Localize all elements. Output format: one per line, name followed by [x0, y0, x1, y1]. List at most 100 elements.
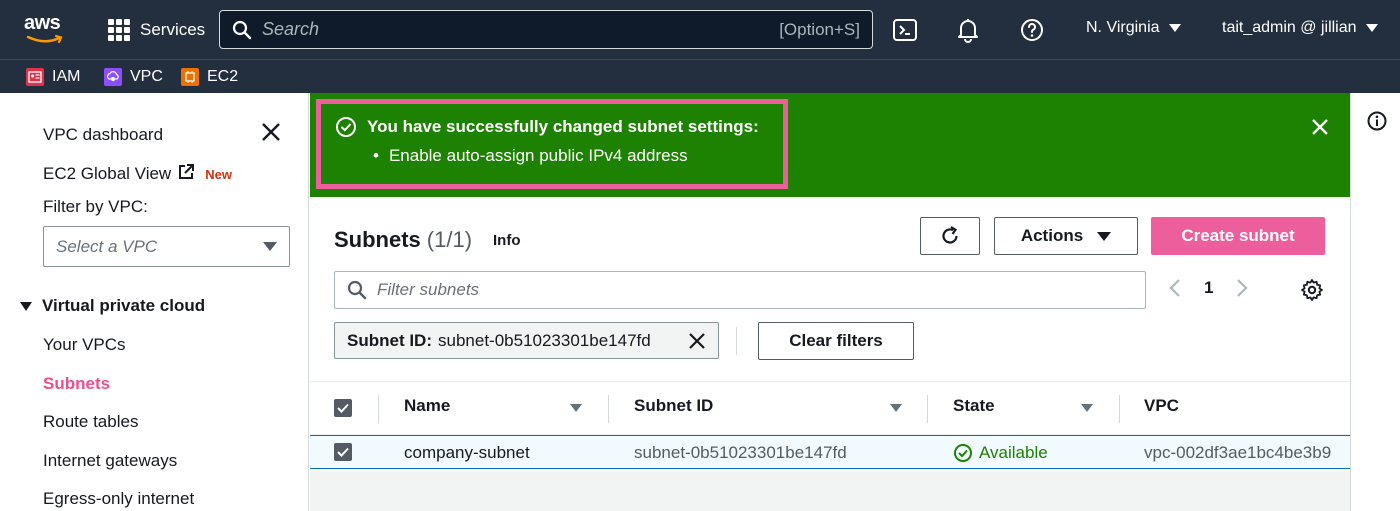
chevron-right-icon[interactable] [1235, 277, 1249, 299]
vpc-filter-select[interactable]: Select a VPC [43, 226, 290, 267]
column-divider [608, 395, 609, 423]
main-content: Subnets(1/1) Info Actions Create subnet [310, 197, 1350, 511]
favorite-label: IAM [52, 68, 81, 85]
help-button[interactable] [1018, 16, 1046, 44]
info-icon[interactable] [1367, 111, 1387, 131]
filter-by-vpc-label: Filter by VPC: [43, 197, 148, 216]
subnets-table-container: Subnets(1/1) Info Actions Create subnet [310, 197, 1350, 511]
favorites-bar: IAM VPC EC2 [0, 59, 1400, 93]
refresh-button[interactable] [920, 217, 980, 255]
sidebar-item-your-vpcs[interactable]: Your VPCs [43, 335, 126, 355]
title-text: Subnets [334, 227, 421, 252]
row-checkbox[interactable] [334, 443, 352, 461]
region-label: N. Virginia [1086, 19, 1160, 36]
table-header: Name Subnet ID State VPC [310, 381, 1350, 435]
check-icon [337, 447, 349, 457]
sort-icon[interactable] [570, 404, 582, 412]
sidebar-item-egress-only-internet[interactable]: Egress-only internet [43, 489, 194, 509]
filter-subnets-input[interactable] [377, 280, 1133, 300]
search-icon [232, 20, 252, 39]
search-input[interactable] [262, 19, 780, 40]
table-row[interactable]: company-subnet subnet-0b51023301be147fd … [310, 435, 1350, 469]
sidebar-item-internet-gateways[interactable]: Internet gateways [43, 451, 177, 471]
close-sidebar-icon[interactable] [260, 121, 282, 143]
favorite-vpc[interactable]: VPC [104, 66, 163, 88]
actions-dropdown-button[interactable]: Actions [994, 217, 1138, 255]
sidebar-item-ec2-global-view[interactable]: EC2 Global View New [43, 163, 232, 184]
search-icon [347, 280, 367, 300]
account-menu[interactable]: tait_admin @ jillian [1222, 19, 1378, 37]
cell-name: company-subnet [404, 443, 530, 462]
right-tools-rail [1350, 93, 1400, 511]
vpc-select-placeholder: Select a VPC [56, 236, 158, 256]
caret-down-icon [263, 242, 277, 251]
gear-icon[interactable] [1300, 278, 1324, 302]
cell-state: Available [953, 443, 1048, 463]
services-menu-button[interactable]: Services [108, 17, 205, 43]
success-check-icon [336, 117, 356, 137]
status-available-icon [954, 444, 972, 462]
current-page[interactable]: 1 [1204, 278, 1213, 298]
search-shortcut-hint: [Option+S] [779, 19, 860, 39]
create-subnet-button[interactable]: Create subnet [1151, 217, 1325, 255]
notifications-button[interactable] [954, 16, 982, 44]
column-header-state[interactable]: State [953, 396, 995, 416]
region-selector[interactable]: N. Virginia [1086, 19, 1181, 37]
pagination: 1 [1168, 277, 1249, 299]
favorite-iam[interactable]: IAM [26, 66, 80, 88]
iam-service-icon [26, 68, 44, 86]
info-link[interactable]: Info [493, 232, 521, 249]
refresh-icon [942, 226, 958, 244]
column-divider [927, 395, 928, 423]
filter-subnets-box[interactable] [334, 271, 1146, 309]
terminal-icon [893, 19, 917, 41]
sidebar-item-vpc-dashboard[interactable]: VPC dashboard [43, 125, 163, 145]
sidebar-item-subnets[interactable]: Subnets [43, 374, 110, 394]
selection-count: (1/1) [426, 227, 473, 252]
sidebar: VPC dashboard EC2 Global View New Filter … [0, 93, 309, 511]
filter-token-value: subnet-0b51023301be147fd [438, 330, 651, 350]
favorite-ec2[interactable]: EC2 [181, 66, 238, 88]
table-empty-area [310, 471, 1350, 511]
column-divider [1119, 395, 1120, 423]
filter-token-key: Subnet ID: [347, 330, 432, 350]
flash-detail-item: Enable auto-assign public IPv4 address [389, 146, 769, 166]
remove-filter-icon[interactable] [688, 332, 706, 350]
account-label: tait_admin @ jillian [1222, 19, 1357, 36]
aws-logo[interactable]: aws [24, 12, 68, 46]
caret-down-icon [1168, 24, 1181, 32]
sort-icon[interactable] [890, 404, 902, 412]
chevron-left-icon[interactable] [1168, 277, 1182, 299]
select-all-checkbox[interactable] [334, 399, 352, 417]
divider [736, 327, 737, 355]
state-label: Available [979, 443, 1048, 462]
external-link-icon [179, 164, 195, 179]
column-header-subnet-id[interactable]: Subnet ID [634, 396, 713, 416]
aws-logo-text: aws [24, 12, 61, 34]
sidebar-item-route-tables[interactable]: Route tables [43, 412, 138, 432]
bell-icon [958, 19, 978, 43]
sort-icon[interactable] [1081, 404, 1093, 412]
cloudshell-button[interactable] [891, 16, 919, 44]
caret-down-icon [20, 301, 32, 311]
global-search-box[interactable]: [Option+S] [219, 10, 873, 49]
caret-down-icon [1365, 24, 1378, 32]
favorite-label: EC2 [207, 68, 239, 85]
caret-down-icon [1097, 231, 1112, 241]
cell-vpc[interactable]: vpc-002df3ae1bc4be3b9 [1144, 443, 1331, 463]
help-icon [1021, 19, 1043, 41]
grid-icon [108, 19, 130, 41]
aws-smile-icon [26, 34, 63, 44]
clear-filters-button[interactable]: Clear filters [758, 322, 914, 360]
ec2-service-icon [181, 68, 199, 86]
page-title: Subnets (1/1) [334, 227, 472, 253]
section-virtual-private-cloud[interactable]: Virtual private cloud [20, 296, 205, 316]
column-header-name[interactable]: Name [404, 396, 450, 416]
success-flash-banner: You have successfully changed subnet set… [310, 93, 1350, 197]
column-divider [378, 395, 379, 423]
cell-subnet-id[interactable]: subnet-0b51023301be147fd [634, 443, 847, 463]
close-icon[interactable] [1310, 117, 1330, 137]
vpc-service-icon [104, 68, 122, 86]
top-navigation: aws Services [Option+S] [0, 0, 1400, 59]
column-header-vpc[interactable]: VPC [1144, 396, 1179, 416]
